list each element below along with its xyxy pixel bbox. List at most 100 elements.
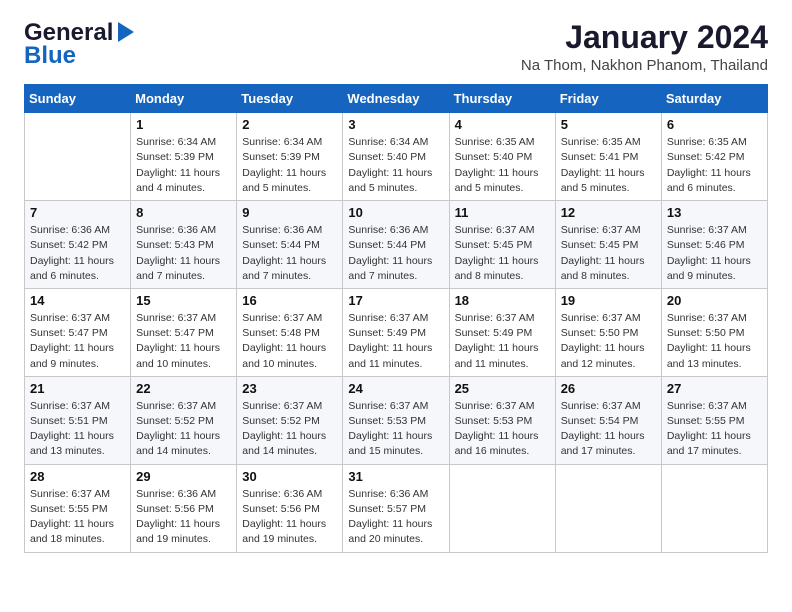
day-number: 6 (667, 117, 762, 132)
daylight-text: Daylight: 11 hours and 7 minutes. (136, 255, 220, 282)
table-cell: 11 Sunrise: 6:37 AM Sunset: 5:45 PM Dayl… (449, 201, 555, 289)
daylight-text: Daylight: 11 hours and 8 minutes. (561, 255, 645, 282)
table-cell: 18 Sunrise: 6:37 AM Sunset: 5:49 PM Dayl… (449, 288, 555, 376)
table-cell: 24 Sunrise: 6:37 AM Sunset: 5:53 PM Dayl… (343, 376, 449, 464)
daylight-text: Daylight: 11 hours and 10 minutes. (242, 342, 326, 369)
daylight-text: Daylight: 11 hours and 10 minutes. (136, 342, 220, 369)
week-row-4: 21 Sunrise: 6:37 AM Sunset: 5:51 PM Dayl… (25, 376, 768, 464)
daylight-text: Daylight: 11 hours and 14 minutes. (242, 430, 326, 457)
day-detail: Sunrise: 6:36 AM Sunset: 5:42 PM Dayligh… (30, 223, 125, 284)
sunset-text: Sunset: 5:44 PM (242, 239, 320, 251)
sunset-text: Sunset: 5:49 PM (348, 327, 426, 339)
header-sunday: Sunday (25, 85, 131, 113)
table-cell: 27 Sunrise: 6:37 AM Sunset: 5:55 PM Dayl… (661, 376, 767, 464)
daylight-text: Daylight: 11 hours and 11 minutes. (348, 342, 432, 369)
day-number: 9 (242, 205, 337, 220)
day-number: 24 (348, 381, 443, 396)
sunset-text: Sunset: 5:47 PM (30, 327, 108, 339)
day-number: 28 (30, 469, 125, 484)
day-number: 15 (136, 293, 231, 308)
day-detail: Sunrise: 6:37 AM Sunset: 5:52 PM Dayligh… (242, 399, 337, 460)
day-detail: Sunrise: 6:37 AM Sunset: 5:46 PM Dayligh… (667, 223, 762, 284)
table-cell: 17 Sunrise: 6:37 AM Sunset: 5:49 PM Dayl… (343, 288, 449, 376)
header-monday: Monday (131, 85, 237, 113)
table-cell (25, 113, 131, 201)
day-number: 8 (136, 205, 231, 220)
sunrise-text: Sunrise: 6:37 AM (455, 312, 535, 324)
day-detail: Sunrise: 6:37 AM Sunset: 5:47 PM Dayligh… (136, 311, 231, 372)
daylight-text: Daylight: 11 hours and 5 minutes. (561, 167, 645, 194)
sunset-text: Sunset: 5:50 PM (667, 327, 745, 339)
sunset-text: Sunset: 5:54 PM (561, 415, 639, 427)
sunrise-text: Sunrise: 6:36 AM (136, 224, 216, 236)
table-cell: 14 Sunrise: 6:37 AM Sunset: 5:47 PM Dayl… (25, 288, 131, 376)
sunrise-text: Sunrise: 6:35 AM (667, 136, 747, 148)
day-detail: Sunrise: 6:37 AM Sunset: 5:49 PM Dayligh… (348, 311, 443, 372)
day-number: 17 (348, 293, 443, 308)
sunset-text: Sunset: 5:45 PM (455, 239, 533, 251)
week-row-1: 1 Sunrise: 6:34 AM Sunset: 5:39 PM Dayli… (25, 113, 768, 201)
sunset-text: Sunset: 5:55 PM (667, 415, 745, 427)
location-subtitle: Na Thom, Nakhon Phanom, Thailand (521, 57, 768, 74)
sunset-text: Sunset: 5:51 PM (30, 415, 108, 427)
day-number: 29 (136, 469, 231, 484)
sunrise-text: Sunrise: 6:37 AM (667, 312, 747, 324)
daylight-text: Daylight: 11 hours and 17 minutes. (561, 430, 645, 457)
sunrise-text: Sunrise: 6:37 AM (561, 224, 641, 236)
table-cell: 13 Sunrise: 6:37 AM Sunset: 5:46 PM Dayl… (661, 201, 767, 289)
table-cell: 4 Sunrise: 6:35 AM Sunset: 5:40 PM Dayli… (449, 113, 555, 201)
day-number: 19 (561, 293, 656, 308)
day-detail: Sunrise: 6:37 AM Sunset: 5:54 PM Dayligh… (561, 399, 656, 460)
sunrise-text: Sunrise: 6:37 AM (348, 400, 428, 412)
sunrise-text: Sunrise: 6:37 AM (30, 312, 110, 324)
page-wrapper: General Blue January 2024 Na Thom, Nakho… (24, 20, 768, 553)
day-detail: Sunrise: 6:37 AM Sunset: 5:49 PM Dayligh… (455, 311, 550, 372)
week-row-2: 7 Sunrise: 6:36 AM Sunset: 5:42 PM Dayli… (25, 201, 768, 289)
table-cell: 16 Sunrise: 6:37 AM Sunset: 5:48 PM Dayl… (237, 288, 343, 376)
sunset-text: Sunset: 5:56 PM (242, 503, 320, 515)
sunset-text: Sunset: 5:53 PM (455, 415, 533, 427)
day-number: 21 (30, 381, 125, 396)
sunrise-text: Sunrise: 6:37 AM (455, 224, 535, 236)
sunrise-text: Sunrise: 6:37 AM (242, 312, 322, 324)
table-cell: 21 Sunrise: 6:37 AM Sunset: 5:51 PM Dayl… (25, 376, 131, 464)
table-cell: 19 Sunrise: 6:37 AM Sunset: 5:50 PM Dayl… (555, 288, 661, 376)
week-row-3: 14 Sunrise: 6:37 AM Sunset: 5:47 PM Dayl… (25, 288, 768, 376)
sunrise-text: Sunrise: 6:37 AM (667, 224, 747, 236)
day-number: 31 (348, 469, 443, 484)
day-detail: Sunrise: 6:37 AM Sunset: 5:55 PM Dayligh… (667, 399, 762, 460)
sunset-text: Sunset: 5:39 PM (136, 151, 214, 163)
sunset-text: Sunset: 5:48 PM (242, 327, 320, 339)
sunrise-text: Sunrise: 6:37 AM (348, 312, 428, 324)
sunrise-text: Sunrise: 6:36 AM (348, 224, 428, 236)
daylight-text: Daylight: 11 hours and 8 minutes. (455, 255, 539, 282)
day-detail: Sunrise: 6:36 AM Sunset: 5:44 PM Dayligh… (242, 223, 337, 284)
sunset-text: Sunset: 5:45 PM (561, 239, 639, 251)
sunrise-text: Sunrise: 6:37 AM (30, 488, 110, 500)
sunset-text: Sunset: 5:40 PM (348, 151, 426, 163)
day-number: 18 (455, 293, 550, 308)
sunset-text: Sunset: 5:42 PM (667, 151, 745, 163)
day-detail: Sunrise: 6:37 AM Sunset: 5:53 PM Dayligh… (455, 399, 550, 460)
day-detail: Sunrise: 6:37 AM Sunset: 5:50 PM Dayligh… (561, 311, 656, 372)
day-detail: Sunrise: 6:37 AM Sunset: 5:50 PM Dayligh… (667, 311, 762, 372)
day-number: 4 (455, 117, 550, 132)
sunset-text: Sunset: 5:52 PM (242, 415, 320, 427)
daylight-text: Daylight: 11 hours and 20 minutes. (348, 518, 432, 545)
table-cell: 8 Sunrise: 6:36 AM Sunset: 5:43 PM Dayli… (131, 201, 237, 289)
table-cell: 6 Sunrise: 6:35 AM Sunset: 5:42 PM Dayli… (661, 113, 767, 201)
day-detail: Sunrise: 6:37 AM Sunset: 5:48 PM Dayligh… (242, 311, 337, 372)
day-detail: Sunrise: 6:37 AM Sunset: 5:45 PM Dayligh… (455, 223, 550, 284)
daylight-text: Daylight: 11 hours and 9 minutes. (30, 342, 114, 369)
day-detail: Sunrise: 6:36 AM Sunset: 5:57 PM Dayligh… (348, 487, 443, 548)
sunrise-text: Sunrise: 6:37 AM (30, 400, 110, 412)
sunset-text: Sunset: 5:40 PM (455, 151, 533, 163)
weekday-header-row: Sunday Monday Tuesday Wednesday Thursday… (25, 85, 768, 113)
sunrise-text: Sunrise: 6:34 AM (242, 136, 322, 148)
daylight-text: Daylight: 11 hours and 5 minutes. (455, 167, 539, 194)
day-number: 7 (30, 205, 125, 220)
day-number: 26 (561, 381, 656, 396)
table-cell: 15 Sunrise: 6:37 AM Sunset: 5:47 PM Dayl… (131, 288, 237, 376)
day-detail: Sunrise: 6:37 AM Sunset: 5:55 PM Dayligh… (30, 487, 125, 548)
daylight-text: Daylight: 11 hours and 15 minutes. (348, 430, 432, 457)
